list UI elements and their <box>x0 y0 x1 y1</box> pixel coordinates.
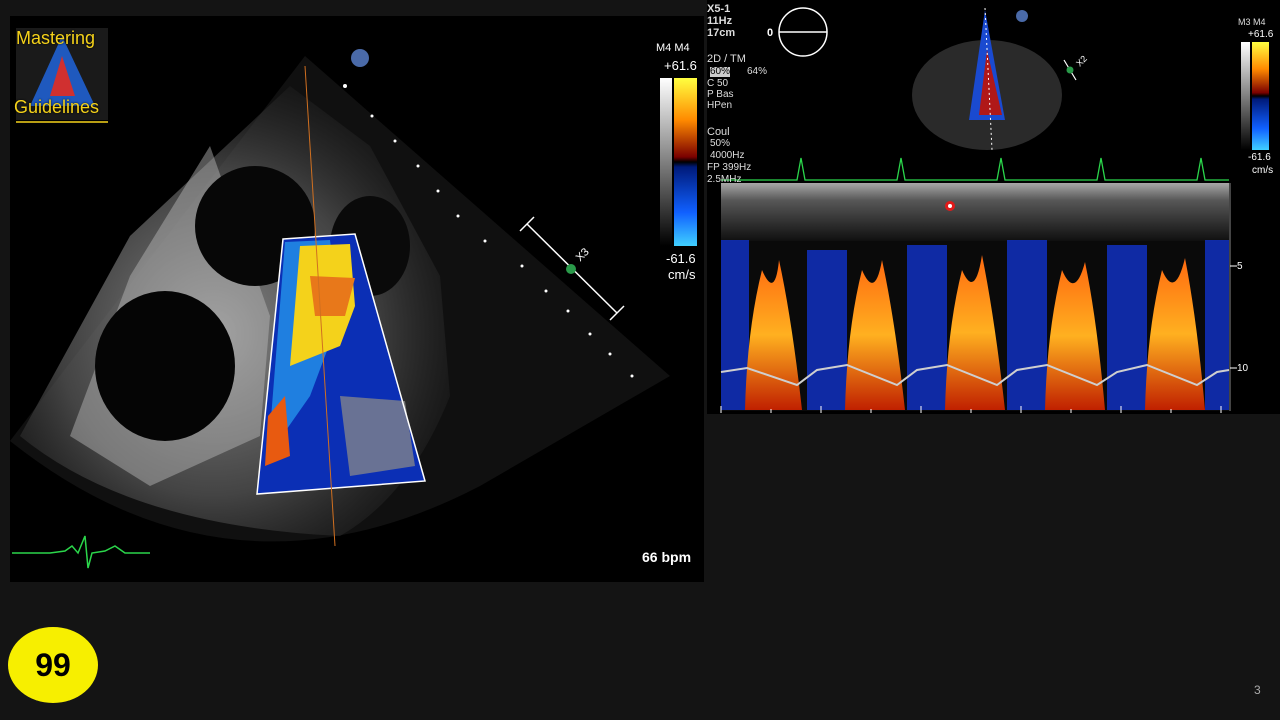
slide-badge: 99 <box>8 627 98 703</box>
color-m-mode-view: X5-1 11Hz 17cm 0 2D / TM 60% 64% C 50 P … <box>707 0 1280 414</box>
scale-min-label: -61.6 <box>666 251 696 266</box>
scale-max-label: +61.6 <box>664 58 697 73</box>
m-mode-image <box>720 7 1269 413</box>
page-number: 3 <box>1254 683 1261 697</box>
scale-min-label: -61.6 <box>1248 152 1271 163</box>
gain-2d: 60% <box>710 66 731 77</box>
harmonic-label: HPen <box>707 100 733 111</box>
velocity-color-scale <box>674 78 697 246</box>
grey-scale-bar <box>660 78 672 246</box>
scale-unit-label: cm/s <box>668 267 696 282</box>
mode-2d-label: 2D / TM <box>707 53 746 65</box>
prf-value: 4000Hz <box>710 150 745 161</box>
persistence-label: P Bas <box>707 89 734 100</box>
m-mode-tissue-band <box>721 183 1229 241</box>
gain-2d-secondary: 64% <box>747 66 768 77</box>
logo-title-line1: Mastering <box>16 28 96 48</box>
depth-value: 17cm <box>707 27 736 39</box>
probe-name: X5-1 <box>707 3 731 15</box>
apical-color-doppler-view: Mastering Guidelines M4 M4 +61.6 -61.6 c… <box>10 16 704 582</box>
depth-tick-5: 5 <box>1237 261 1243 272</box>
left-ventricle-cavity <box>95 291 235 441</box>
plane-marker-dot-icon <box>1066 66 1074 74</box>
ecg-trace <box>12 535 150 569</box>
plane-marker-dot-icon <box>566 264 576 274</box>
angle-zero-label: 0 <box>767 27 774 39</box>
depth-tick-10: 10 <box>1237 363 1249 374</box>
ecg-trace <box>721 157 1229 181</box>
echo-sector-image <box>10 28 697 569</box>
logo-title-line2: Guidelines <box>14 97 100 117</box>
heart-rate: 66 bpm <box>642 549 692 565</box>
compression-label: C 50 <box>707 78 729 89</box>
frequency: 2.5MHz <box>707 174 742 185</box>
orientation-dot-icon <box>351 49 369 67</box>
scale-header: M4 M4 <box>656 42 690 54</box>
scale-max-label: +61.6 <box>1248 29 1274 40</box>
color-mode-label: Coul <box>707 126 730 138</box>
scale-unit-label: cm/s <box>1252 165 1274 176</box>
velocity-color-scale <box>1252 42 1269 150</box>
color-gain: 50% <box>710 138 731 149</box>
grey-scale-bar <box>1241 42 1250 150</box>
scale-header: M3 M4 <box>1238 17 1266 27</box>
wall-filter: FP 399Hz <box>707 162 752 173</box>
orientation-dot-icon <box>1016 10 1028 22</box>
frame-rate: 11Hz <box>707 15 733 27</box>
